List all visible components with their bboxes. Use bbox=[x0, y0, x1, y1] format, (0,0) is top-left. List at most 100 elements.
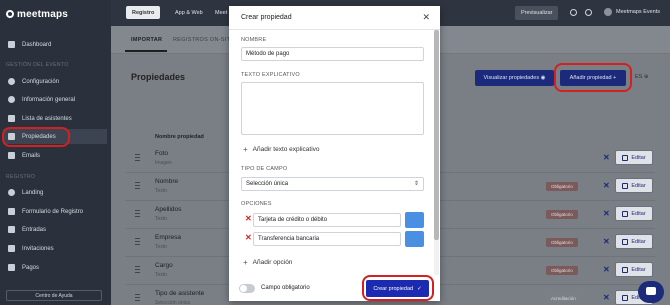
edit-button[interactable]: Editar bbox=[615, 206, 653, 221]
account-menu[interactable]: Meetmaps Events bbox=[604, 8, 660, 16]
help-center-button[interactable]: Centro de Ayuda bbox=[6, 290, 102, 301]
edit-button[interactable]: Editar bbox=[615, 262, 653, 277]
pencil-icon bbox=[622, 210, 629, 217]
sidebar-item-label: Formulario de Registro bbox=[22, 208, 84, 215]
delete-icon[interactable]: ✕ bbox=[603, 210, 610, 218]
toggle-knob bbox=[240, 285, 247, 292]
avatar bbox=[604, 8, 612, 16]
sidebar-section-event: GESTIÓN DEL EVENTO bbox=[6, 62, 69, 68]
drag-handle-icon[interactable] bbox=[135, 154, 140, 162]
chat-icon bbox=[646, 287, 656, 295]
edit-button[interactable]: Editar bbox=[615, 150, 653, 165]
required-label: Campo obligatorio bbox=[261, 285, 310, 291]
status-badge: Obligatorio bbox=[546, 238, 578, 247]
visualize-properties-button[interactable]: Visualizar propiedades ◉ bbox=[475, 70, 554, 86]
field-type-label: TIPO DE CAMPO bbox=[241, 166, 288, 172]
sidebar-item-emails[interactable]: Emails bbox=[3, 148, 107, 163]
sidebar-item-lista-asistentes[interactable]: Lista de asistentes bbox=[3, 111, 107, 126]
explain-label: TEXTO EXPLICATIVO bbox=[241, 72, 300, 78]
delete-icon[interactable]: ✕ bbox=[603, 266, 610, 274]
sidebar-item-invitaciones[interactable]: Invitaciones bbox=[3, 241, 107, 256]
scrollbar-thumb[interactable] bbox=[434, 30, 439, 240]
page-title: Propiedades bbox=[131, 72, 186, 82]
modal-scrollbar[interactable] bbox=[434, 30, 439, 275]
sidebar: meetmaps Dashboard GESTIÓN DEL EVENTO Co… bbox=[0, 0, 111, 305]
edit-label: Editar bbox=[631, 182, 646, 189]
sidebar-item-label: Configuración bbox=[22, 78, 60, 85]
edit-button[interactable]: Editar bbox=[615, 234, 653, 249]
drag-handle-icon[interactable] bbox=[135, 238, 140, 246]
sidebar-item-formulario-registro[interactable]: Formulario de Registro bbox=[3, 204, 107, 219]
sidebar-item-landing[interactable]: Landing bbox=[3, 185, 107, 200]
modal-header: Crear propiedad ✕ bbox=[229, 6, 440, 30]
sidebar-item-label: Landing bbox=[22, 189, 44, 196]
delete-icon[interactable]: ✕ bbox=[603, 238, 610, 246]
pencil-icon bbox=[622, 238, 629, 245]
sidebar-item-label: Dashboard bbox=[22, 41, 52, 48]
row-name: Cargo bbox=[155, 262, 173, 269]
edit-label: Editar bbox=[631, 238, 646, 245]
form-icon bbox=[8, 208, 15, 215]
option-color-swatch[interactable] bbox=[405, 212, 424, 228]
chat-widget-button[interactable] bbox=[638, 281, 664, 303]
subtab-importar[interactable]: IMPORTAR bbox=[131, 37, 162, 43]
sidebar-section-registro: REGISTRO bbox=[6, 174, 36, 180]
drag-handle-icon[interactable] bbox=[135, 266, 140, 274]
sidebar-item-label: Emails bbox=[22, 152, 41, 159]
option-color-swatch[interactable] bbox=[405, 231, 424, 247]
create-property-modal: Crear propiedad ✕ NOMBRE Método de pago … bbox=[229, 6, 440, 301]
sidebar-item-configuracion[interactable]: Configuración bbox=[3, 74, 107, 89]
delete-icon[interactable]: ✕ bbox=[603, 154, 610, 162]
name-field[interactable]: Método de pago bbox=[241, 47, 424, 61]
plus-icon: + bbox=[243, 145, 248, 154]
close-icon[interactable]: ✕ bbox=[422, 12, 430, 23]
delete-icon[interactable]: ✕ bbox=[603, 182, 610, 190]
mail-icon bbox=[8, 152, 15, 159]
help-icon[interactable] bbox=[585, 9, 592, 16]
sidebar-item-entradas[interactable]: Entradas bbox=[3, 222, 107, 237]
drag-handle-icon[interactable] bbox=[135, 294, 140, 302]
subtab-underline bbox=[125, 50, 167, 52]
add-explain-button[interactable]: + Añadir texto explicativo bbox=[243, 145, 320, 154]
row-name: Tipo de asistente bbox=[155, 290, 205, 297]
edit-button[interactable]: Editar bbox=[615, 178, 653, 193]
name-label: NOMBRE bbox=[241, 37, 267, 43]
pencil-icon bbox=[622, 294, 629, 301]
row-type: Texto bbox=[155, 188, 167, 194]
bell-icon[interactable] bbox=[570, 9, 577, 16]
visualize-label: Visualizar propiedades bbox=[483, 75, 540, 81]
field-type-select[interactable]: Selección única ⇕ bbox=[241, 177, 424, 191]
sidebar-item-dashboard[interactable]: Dashboard bbox=[3, 37, 107, 52]
status-badge: Obligatorio bbox=[546, 210, 578, 219]
tab-app-web[interactable]: App & Web bbox=[169, 6, 209, 19]
row-name: Empresa bbox=[155, 234, 182, 241]
required-toggle[interactable] bbox=[239, 284, 255, 293]
options-label: OPCIONES bbox=[241, 201, 272, 207]
row-type: Texto bbox=[155, 244, 167, 250]
add-option-button[interactable]: + Añadir opción bbox=[243, 258, 292, 267]
sidebar-item-informacion-general[interactable]: Información general bbox=[3, 92, 107, 107]
sidebar-item-pagos[interactable]: Pagos bbox=[3, 260, 107, 275]
remove-option-icon[interactable]: ✕ bbox=[245, 233, 252, 242]
option-input[interactable]: Transferencia bancaria bbox=[253, 232, 401, 246]
highlight-add-property bbox=[554, 63, 632, 92]
eye-icon: ◉ bbox=[540, 75, 546, 81]
tab-registro[interactable]: Registro bbox=[126, 6, 161, 19]
option-input[interactable]: Tarjeta de crédito o débito bbox=[253, 213, 401, 227]
sidebar-item-label: Lista de asistentes bbox=[22, 115, 72, 122]
language-select[interactable]: ES ⊕ bbox=[635, 74, 648, 80]
subtab-registros-onsite[interactable]: REGISTROS ON-SITE bbox=[173, 37, 234, 43]
option-row: ✕ Tarjeta de crédito o débito bbox=[241, 212, 424, 228]
drag-handle-icon[interactable] bbox=[135, 182, 140, 190]
delete-icon[interactable]: ✕ bbox=[603, 294, 610, 302]
sidebar-item-label: Entradas bbox=[22, 226, 47, 233]
globe-icon: ⊕ bbox=[643, 74, 649, 80]
preview-button[interactable]: Previsualizar bbox=[515, 6, 559, 20]
sidebar-item-label: Información general bbox=[22, 96, 76, 103]
remove-option-icon[interactable]: ✕ bbox=[245, 214, 252, 223]
explain-textarea[interactable] bbox=[241, 82, 424, 135]
drag-handle-icon[interactable] bbox=[135, 210, 140, 218]
logo: meetmaps bbox=[6, 8, 68, 20]
add-option-label: Añadir opción bbox=[252, 259, 293, 266]
add-explain-label: Añadir texto explicativo bbox=[252, 146, 320, 153]
